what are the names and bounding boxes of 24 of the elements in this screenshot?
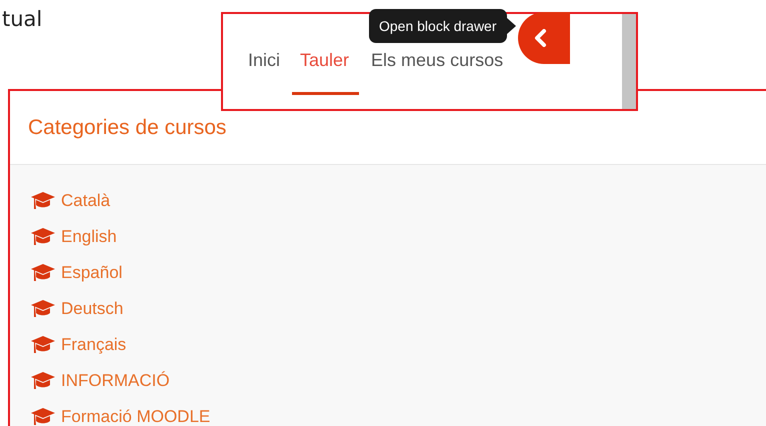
graduation-cap-icon — [31, 264, 55, 282]
category-link[interactable]: Français — [61, 335, 126, 355]
category-link[interactable]: Español — [61, 263, 122, 283]
category-link[interactable]: Deutsch — [61, 299, 124, 319]
graduation-cap-icon — [31, 300, 55, 318]
nav-link[interactable]: Inici — [248, 50, 280, 95]
graduation-cap-icon — [31, 228, 55, 246]
category-link[interactable]: Formació MOODLE — [61, 407, 210, 426]
tooltip-arrow-icon — [506, 18, 516, 34]
page-title-fragment: tual — [2, 7, 42, 31]
nav-link[interactable]: Els meus cursos — [371, 50, 504, 95]
graduation-cap-icon — [31, 192, 55, 210]
nav-link[interactable]: Tauler — [292, 50, 360, 95]
category-link[interactable]: English — [61, 227, 117, 247]
graduation-cap-icon — [31, 408, 55, 426]
graduation-cap-icon — [31, 372, 55, 390]
drawer-toggle-button[interactable] — [518, 12, 570, 64]
category-link[interactable]: Català — [61, 191, 110, 211]
graduation-cap-icon — [31, 336, 55, 354]
chevron-left-icon — [534, 29, 548, 47]
category-link[interactable]: INFORMACIÓ — [61, 371, 170, 391]
block-title: Categories de cursos — [28, 116, 226, 140]
tooltip: Open block drawer — [369, 9, 507, 43]
scrollbar[interactable] — [622, 14, 636, 109]
